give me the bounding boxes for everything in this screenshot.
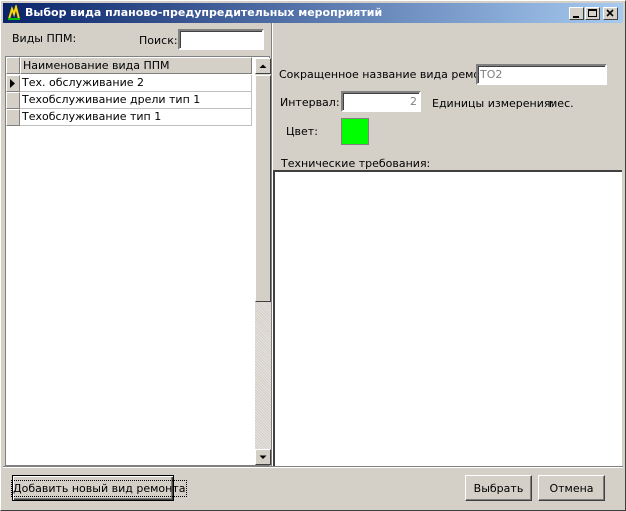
add-repair-type-button[interactable]: Добавить новый вид ремонта bbox=[10, 475, 188, 501]
vertical-scrollbar[interactable] bbox=[255, 58, 271, 465]
tech-requirements-label: Технические требования: bbox=[281, 157, 431, 170]
scroll-down-button[interactable] bbox=[255, 449, 271, 465]
search-input[interactable] bbox=[178, 29, 264, 50]
window-title: Выбор вида планово-предупредительных мер… bbox=[25, 6, 383, 19]
units-label: Единицы измерения: bbox=[432, 97, 555, 110]
row-indicator bbox=[6, 75, 20, 92]
units-value: мес. bbox=[549, 97, 574, 110]
main-window: Выбор вида планово-предупредительных мер… bbox=[0, 0, 626, 511]
scroll-up-arrow-icon bbox=[259, 64, 267, 68]
table-row[interactable]: Техобслуживание дрели тип 1 bbox=[6, 92, 252, 109]
app-icon bbox=[8, 5, 20, 20]
maximize-button[interactable] bbox=[585, 7, 600, 20]
color-label: Цвет: bbox=[286, 125, 318, 138]
title-bar[interactable]: Выбор вида планово-предупредительных мер… bbox=[3, 3, 623, 23]
row-indicator bbox=[6, 92, 20, 109]
color-picker-swatch[interactable] bbox=[341, 118, 369, 145]
table-cell-name[interactable]: Техобслуживание дрели тип 1 bbox=[20, 92, 252, 109]
column-header-name[interactable]: Наименование вида ППМ bbox=[20, 57, 252, 74]
close-icon bbox=[606, 9, 614, 17]
cancel-button[interactable]: Отмена bbox=[538, 475, 605, 501]
short-name-field[interactable] bbox=[476, 64, 607, 85]
table-cell-name[interactable]: Техобслуживание тип 1 bbox=[20, 109, 252, 126]
scroll-thumb[interactable] bbox=[255, 75, 271, 302]
bottom-divider bbox=[3, 466, 623, 468]
close-button[interactable] bbox=[603, 7, 618, 20]
ppm-types-grid[interactable]: Наименование вида ППМ Тех. обслуживание … bbox=[5, 56, 271, 466]
short-name-label: Сокращенное название вида ремонта: bbox=[279, 68, 505, 81]
ppm-types-label: Виды ППМ: bbox=[12, 32, 77, 45]
select-button[interactable]: Выбрать bbox=[465, 475, 532, 501]
row-indicator bbox=[6, 109, 20, 126]
row-pointer-icon bbox=[10, 79, 15, 88]
search-label: Поиск: bbox=[139, 34, 178, 47]
table-cell-name[interactable]: Тех. обслуживание 2 bbox=[20, 75, 252, 92]
maximize-icon bbox=[588, 9, 597, 17]
interval-label: Интервал: bbox=[280, 96, 340, 109]
table-row[interactable]: Техобслуживание тип 1 bbox=[6, 109, 252, 126]
scroll-up-button[interactable] bbox=[255, 58, 271, 74]
tech-requirements-textarea[interactable] bbox=[273, 170, 622, 466]
grid-header: Наименование вида ППМ bbox=[6, 57, 252, 75]
interval-field[interactable] bbox=[341, 91, 421, 112]
minimize-button[interactable] bbox=[569, 7, 584, 20]
grid-header-indicator bbox=[6, 57, 20, 74]
scroll-down-arrow-icon bbox=[259, 455, 267, 459]
minimize-icon bbox=[573, 16, 579, 18]
table-row[interactable]: Тех. обслуживание 2 bbox=[6, 75, 252, 92]
add-repair-type-button-label: Добавить новый вид ремонта bbox=[10, 479, 188, 497]
